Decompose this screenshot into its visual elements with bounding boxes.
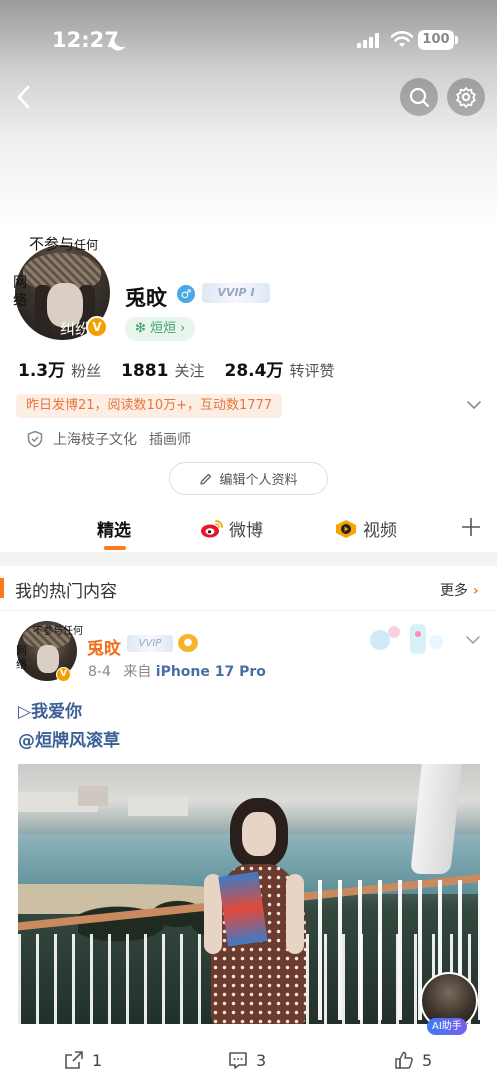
vip-badge: VVIP	[127, 635, 173, 652]
status-time: 12:27	[52, 28, 119, 52]
fan-group-tag[interactable]: ❇ 烜烜 ›	[125, 317, 196, 341]
post-action-bar: 1 3 5	[0, 1040, 497, 1080]
profile-page: 12:27 100 不参与任何 网 络 纠纷 V 兎旼 ♂ VVIP I ❇ 烜…	[0, 0, 497, 1080]
stat-engagement[interactable]: 28.4万 转评赞	[224, 356, 334, 381]
job-title: 插画师	[149, 432, 191, 448]
post-meta: 8-4 来自 iPhone 17 Pro	[88, 664, 266, 680]
male-icon: ♂	[177, 285, 195, 303]
share-icon	[65, 1051, 83, 1069]
comment-icon	[229, 1052, 247, 1069]
gear-icon	[456, 87, 476, 108]
post-author-name[interactable]: 兎旼	[87, 634, 121, 659]
post-mention-link[interactable]: @烜牌风滚草	[18, 726, 120, 751]
avatar-overlay-text: 不参与任何	[29, 235, 99, 253]
edit-profile-button[interactable]: 编辑个人资料	[169, 462, 328, 495]
comment-button[interactable]: 3	[228, 1050, 266, 1070]
ai-helper-label[interactable]: AI助手	[427, 1018, 467, 1035]
activity-summary[interactable]: 昨日发博21，阅读数10万+，互动数1777	[16, 394, 283, 418]
decoration-sticker-icon	[370, 624, 443, 654]
tab-featured[interactable]: 精选	[97, 516, 131, 541]
vip-badge[interactable]: VVIP I	[202, 283, 270, 303]
section-divider	[0, 552, 497, 566]
status-bar: 12:27 100	[0, 0, 497, 80]
profile-name: 兎旼	[125, 286, 167, 310]
avatar-overlay-text: 网	[13, 275, 27, 291]
video-icon	[336, 519, 356, 538]
search-icon	[409, 87, 430, 108]
wifi-icon	[391, 31, 413, 47]
section-title: 我的热门内容	[15, 582, 117, 602]
company-name: 上海枝子文化	[53, 432, 137, 448]
avatar-overlay-text: 不参与任何	[33, 626, 83, 637]
search-button[interactable]	[400, 78, 438, 116]
avatar-overlay-text: 络	[13, 293, 27, 309]
tab-weibo[interactable]: 微博	[200, 516, 263, 541]
chevron-down-icon[interactable]	[466, 397, 482, 413]
fish-badge-icon: ●	[178, 634, 198, 652]
battery-indicator: 100	[418, 30, 458, 50]
tab-video[interactable]: 视频	[334, 516, 397, 541]
back-icon[interactable]	[10, 82, 40, 112]
post-photo[interactable]	[18, 764, 480, 1024]
active-tab-indicator	[104, 546, 126, 550]
signal-icon	[357, 33, 381, 48]
verified-badge: V	[56, 667, 71, 682]
shield-icon	[27, 430, 43, 448]
hot-content-header: 我的热门内容 更多 ›	[0, 572, 497, 610]
stat-followers[interactable]: 1.3万 粉丝	[18, 356, 101, 381]
profile-stats: 1.3万 粉丝 1881 关注 28.4万 转评赞	[18, 356, 354, 381]
weibo-icon	[201, 519, 223, 537]
section-accent-bar	[0, 578, 4, 598]
post-text-line[interactable]: ▷我爱你	[18, 697, 82, 722]
verified-badge: V	[86, 316, 108, 338]
stat-following[interactable]: 1881 关注	[121, 360, 204, 381]
avatar-overlay-text: 络	[16, 658, 27, 671]
settings-button[interactable]	[447, 78, 485, 116]
profile-tabs: 精选 微博 视频	[0, 508, 497, 550]
profile-verification-info: 上海枝子文化 插画师	[26, 429, 191, 449]
divider	[0, 610, 497, 611]
pencil-icon	[200, 473, 212, 485]
repost-button[interactable]: 1	[64, 1050, 102, 1070]
plus-icon[interactable]	[461, 517, 481, 537]
like-button[interactable]: 5	[394, 1050, 432, 1070]
chevron-down-icon[interactable]	[465, 632, 481, 648]
thumbs-up-icon	[395, 1051, 413, 1069]
more-link[interactable]: 更多 ›	[440, 580, 479, 600]
